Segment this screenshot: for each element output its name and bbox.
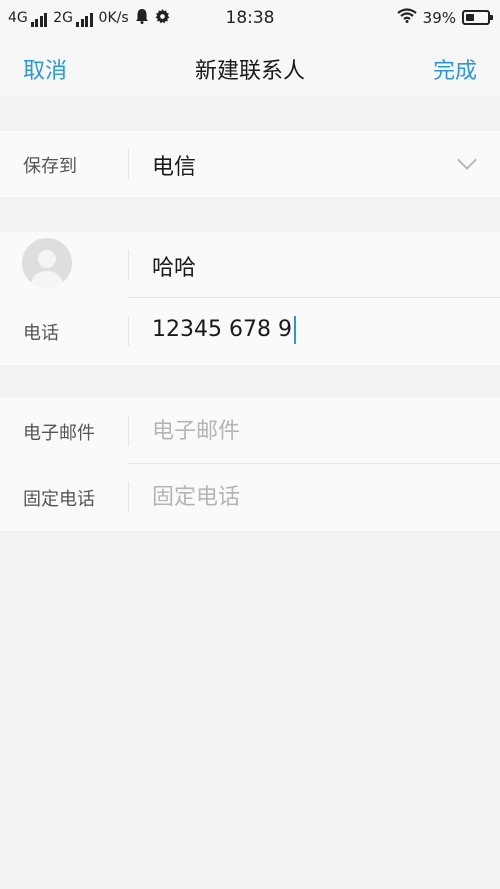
extra-fields-section: 电子邮件 固定电话 [0, 398, 500, 531]
battery-fill [466, 14, 474, 21]
landline-row[interactable]: 固定电话 [0, 464, 500, 530]
avatar-placeholder-icon [30, 250, 64, 288]
status-right: 39% [396, 8, 493, 27]
row-separator [128, 416, 129, 446]
chevron-down-icon[interactable] [457, 150, 477, 170]
page-title: 新建联系人 [194, 59, 305, 84]
wifi-icon [396, 8, 417, 27]
phone-label: 电话 [23, 323, 59, 344]
text-cursor [293, 316, 296, 344]
name-value[interactable]: 哈哈 [152, 250, 196, 282]
avatar[interactable] [22, 238, 72, 288]
save-to-value[interactable]: 电信 [152, 149, 196, 181]
row-separator [128, 316, 129, 346]
save-to-row[interactable]: 保存到 电信 [0, 131, 500, 197]
phone-value: 12345 678 9 [152, 317, 292, 342]
name-row[interactable]: 哈哈 [0, 232, 500, 298]
phone-row[interactable]: 电话 12345 678 9 [0, 298, 500, 364]
row-separator [128, 482, 129, 512]
save-to-label: 保存到 [23, 156, 77, 177]
done-button[interactable]: 完成 [433, 53, 477, 85]
contact-section: 哈哈 电话 12345 678 9 [0, 232, 500, 365]
landline-label: 固定电话 [23, 489, 95, 510]
status-bar: 4G 2G 0K/s 18:38 39% [0, 0, 500, 36]
battery-percent: 39% [422, 8, 456, 27]
row-separator [128, 250, 129, 280]
save-to-section: 保存到 电信 [0, 131, 500, 197]
battery-icon [462, 10, 493, 25]
nav-bar: 取消 新建联系人 完成 [0, 36, 500, 96]
email-field[interactable] [152, 414, 472, 448]
email-row[interactable]: 电子邮件 [0, 398, 500, 464]
phone-input[interactable]: 12345 678 9 [152, 316, 296, 344]
email-label: 电子邮件 [23, 423, 95, 444]
landline-field[interactable] [152, 480, 472, 514]
row-separator [128, 149, 129, 179]
